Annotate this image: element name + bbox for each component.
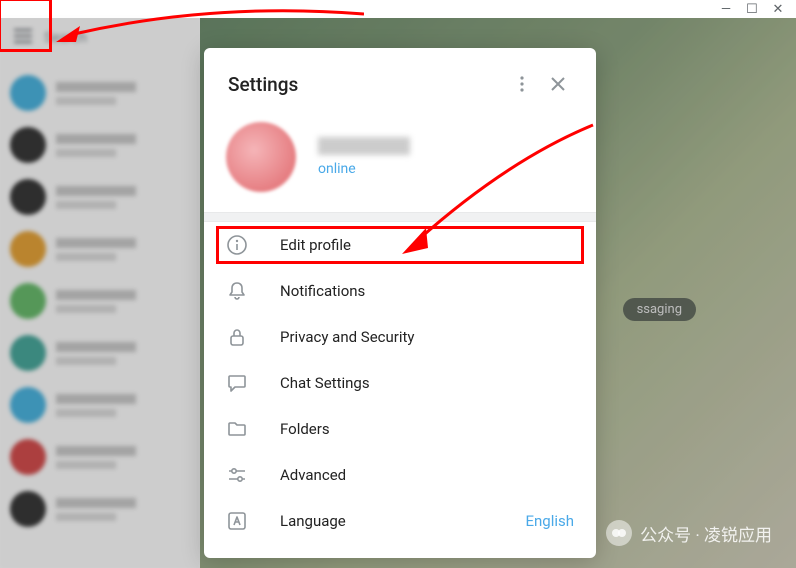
language-icon [226, 510, 248, 532]
menu-edit-profile[interactable]: Edit profile [204, 222, 596, 268]
info-icon [226, 234, 248, 256]
menu-label: Advanced [280, 466, 574, 484]
settings-panel: Settings online Edit profile [204, 48, 596, 558]
folder-icon [226, 418, 248, 440]
sliders-icon [226, 464, 248, 486]
menu-label: Language [280, 512, 493, 530]
separator [204, 212, 596, 222]
profile-avatar [226, 122, 296, 192]
minimize-button[interactable]: — [718, 1, 734, 17]
watermark-text: 公众号 · 凌锐应用 [640, 521, 772, 546]
menu-chat-settings[interactable]: Chat Settings [204, 360, 596, 406]
profile-section[interactable]: online [204, 116, 596, 212]
menu-label: Edit profile [280, 236, 574, 254]
bell-icon [226, 280, 248, 302]
menu-value: English [525, 512, 574, 530]
menu-label: Folders [280, 420, 574, 438]
menu-notifications[interactable]: Notifications [204, 268, 596, 314]
menu-folders[interactable]: Folders [204, 406, 596, 452]
menu-label: Chat Settings [280, 374, 574, 392]
menu-advanced[interactable]: Advanced [204, 452, 596, 498]
menu-label: Privacy and Security [280, 328, 574, 346]
menu-privacy-security[interactable]: Privacy and Security [204, 314, 596, 360]
settings-title: Settings [228, 73, 504, 96]
maximize-button[interactable]: ☐ [744, 1, 760, 17]
annotation-hamburger-highlight [0, 0, 52, 52]
profile-name [318, 137, 410, 155]
chat-icon [226, 372, 248, 394]
watermark-icon [606, 520, 632, 546]
profile-status: online [318, 161, 410, 177]
close-settings-button[interactable] [540, 66, 576, 102]
window-close-button[interactable]: ✕ [770, 1, 786, 17]
lock-icon [226, 326, 248, 348]
window-titlebar: — ☐ ✕ [0, 0, 796, 18]
watermark: 公众号 · 凌锐应用 [606, 520, 772, 546]
menu-language[interactable]: Language English [204, 498, 596, 544]
menu-label: Notifications [280, 282, 574, 300]
more-options-button[interactable] [504, 66, 540, 102]
